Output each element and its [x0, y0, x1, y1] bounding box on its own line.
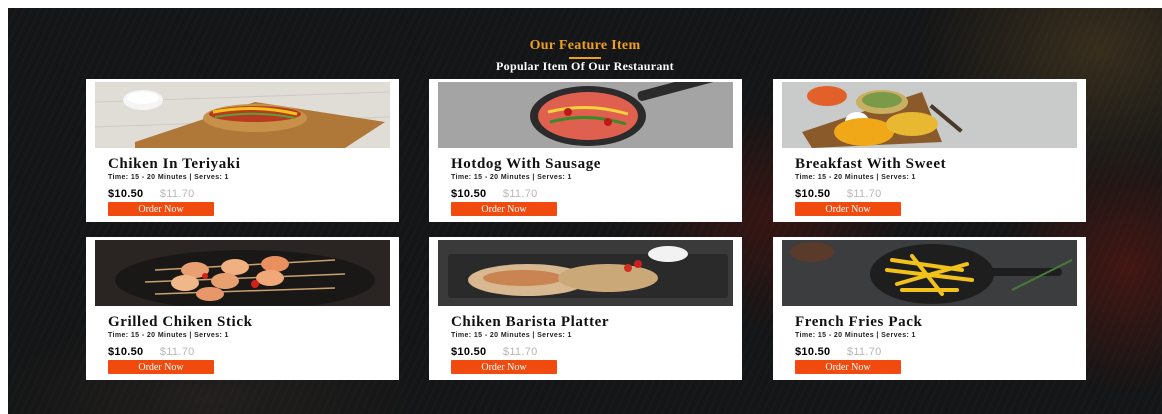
section-eyebrow: Our Feature Item [529, 38, 641, 53]
item-name: Breakfast With Sweet [795, 156, 947, 172]
menu-card: Chiken In Teriyaki Time: 15 - 20 Minutes… [86, 79, 399, 222]
menu-card: Hotdog With Sausage Time: 15 - 20 Minute… [429, 79, 742, 222]
item-old-price: $11.70 [159, 188, 195, 200]
item-price: $10.50 [795, 346, 831, 358]
item-prices: $10.50 $11.70 [795, 342, 882, 360]
item-price: $10.50 [108, 346, 144, 358]
item-old-price: $11.70 [159, 346, 195, 358]
order-now-button[interactable]: Order Now [795, 202, 901, 216]
menu-card: Grilled Chiken Stick Time: 15 - 20 Minut… [86, 237, 399, 380]
item-name: Chiken Barista Platter [451, 314, 610, 330]
item-meta: Time: 15 - 20 Minutes | Serves: 1 [451, 174, 572, 181]
item-price: $10.50 [451, 188, 487, 200]
order-now-button[interactable]: Order Now [108, 360, 214, 374]
food-image-platter [438, 240, 733, 306]
item-old-price: $11.70 [502, 188, 538, 200]
item-price: $10.50 [451, 346, 487, 358]
item-price: $10.50 [108, 188, 144, 200]
order-now-button[interactable]: Order Now [451, 202, 557, 216]
food-image-skewers [95, 240, 390, 306]
item-meta: Time: 15 - 20 Minutes | Serves: 1 [795, 174, 916, 181]
item-price: $10.50 [795, 188, 831, 200]
food-image-hotdog [438, 82, 733, 148]
item-meta: Time: 15 - 20 Minutes | Serves: 1 [108, 332, 229, 339]
item-name: Grilled Chiken Stick [108, 314, 253, 330]
item-old-price: $11.70 [846, 346, 882, 358]
item-prices: $10.50 $11.70 [451, 342, 538, 360]
item-old-price: $11.70 [846, 188, 882, 200]
section-title: Popular Item Of Our Restaurant [496, 59, 674, 73]
item-name: Hotdog With Sausage [451, 156, 602, 172]
item-prices: $10.50 $11.70 [108, 342, 195, 360]
food-image-teriyaki [95, 82, 390, 148]
item-name: French Fries Pack [795, 314, 923, 330]
featured-items-section: Our Feature Item Popular Item Of Our Res… [8, 8, 1162, 414]
item-prices: $10.50 $11.70 [108, 184, 195, 202]
menu-card: Chiken Barista Platter Time: 15 - 20 Min… [429, 237, 742, 380]
order-now-button[interactable]: Order Now [108, 202, 214, 216]
menu-card: Breakfast With Sweet Time: 15 - 20 Minut… [773, 79, 1086, 222]
item-meta: Time: 15 - 20 Minutes | Serves: 1 [451, 332, 572, 339]
item-meta: Time: 15 - 20 Minutes | Serves: 1 [108, 174, 229, 181]
item-meta: Time: 15 - 20 Minutes | Serves: 1 [795, 332, 916, 339]
food-image-breakfast [782, 82, 1077, 148]
order-now-button[interactable]: Order Now [451, 360, 557, 374]
order-now-button[interactable]: Order Now [795, 360, 901, 374]
item-name: Chiken In Teriyaki [108, 156, 241, 172]
menu-card: French Fries Pack Time: 15 - 20 Minutes … [773, 237, 1086, 380]
item-prices: $10.50 $11.70 [451, 184, 538, 202]
food-image-fries [782, 240, 1077, 306]
item-prices: $10.50 $11.70 [795, 184, 882, 202]
item-old-price: $11.70 [502, 346, 538, 358]
